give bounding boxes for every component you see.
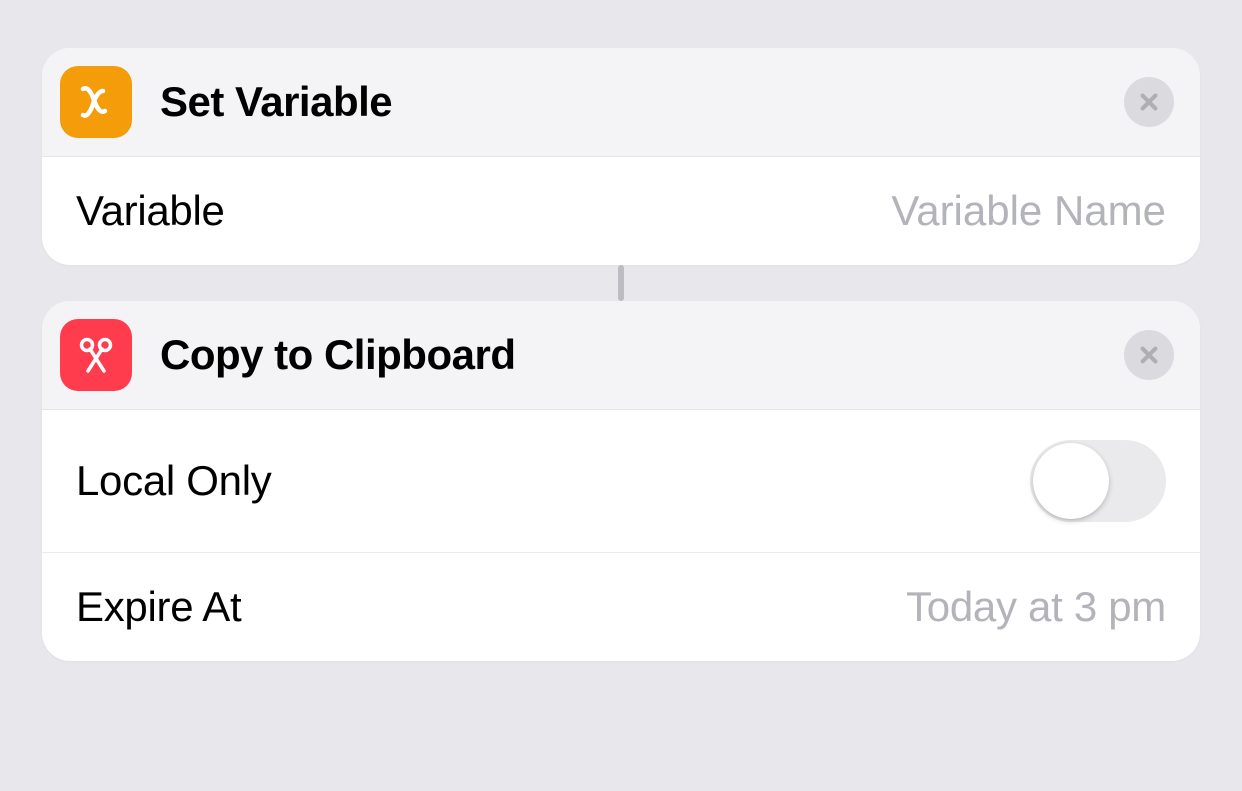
expire-at-label: Expire At	[76, 583, 241, 631]
close-icon	[1138, 344, 1160, 366]
variable-label: Variable	[76, 187, 225, 235]
action-card-set-variable: Set Variable Variable	[42, 48, 1200, 265]
local-only-row: Local Only	[42, 410, 1200, 553]
variable-row[interactable]: Variable	[42, 157, 1200, 265]
action-header: Set Variable	[42, 48, 1200, 157]
expire-at-row[interactable]: Expire At Today at 3 pm	[42, 553, 1200, 661]
close-button[interactable]	[1124, 330, 1174, 380]
close-button[interactable]	[1124, 77, 1174, 127]
close-icon	[1138, 91, 1160, 113]
action-title: Set Variable	[160, 78, 1124, 126]
variable-x-icon	[60, 66, 132, 138]
local-only-toggle[interactable]	[1030, 440, 1166, 522]
toggle-knob	[1033, 443, 1109, 519]
variable-name-input[interactable]	[245, 187, 1166, 235]
action-card-copy-clipboard: Copy to Clipboard Local Only Expire At T…	[42, 301, 1200, 661]
local-only-label: Local Only	[76, 457, 271, 505]
scissors-icon	[60, 319, 132, 391]
action-connector	[618, 265, 624, 301]
action-header: Copy to Clipboard	[42, 301, 1200, 410]
action-title: Copy to Clipboard	[160, 331, 1124, 379]
expire-at-value: Today at 3 pm	[906, 583, 1166, 631]
